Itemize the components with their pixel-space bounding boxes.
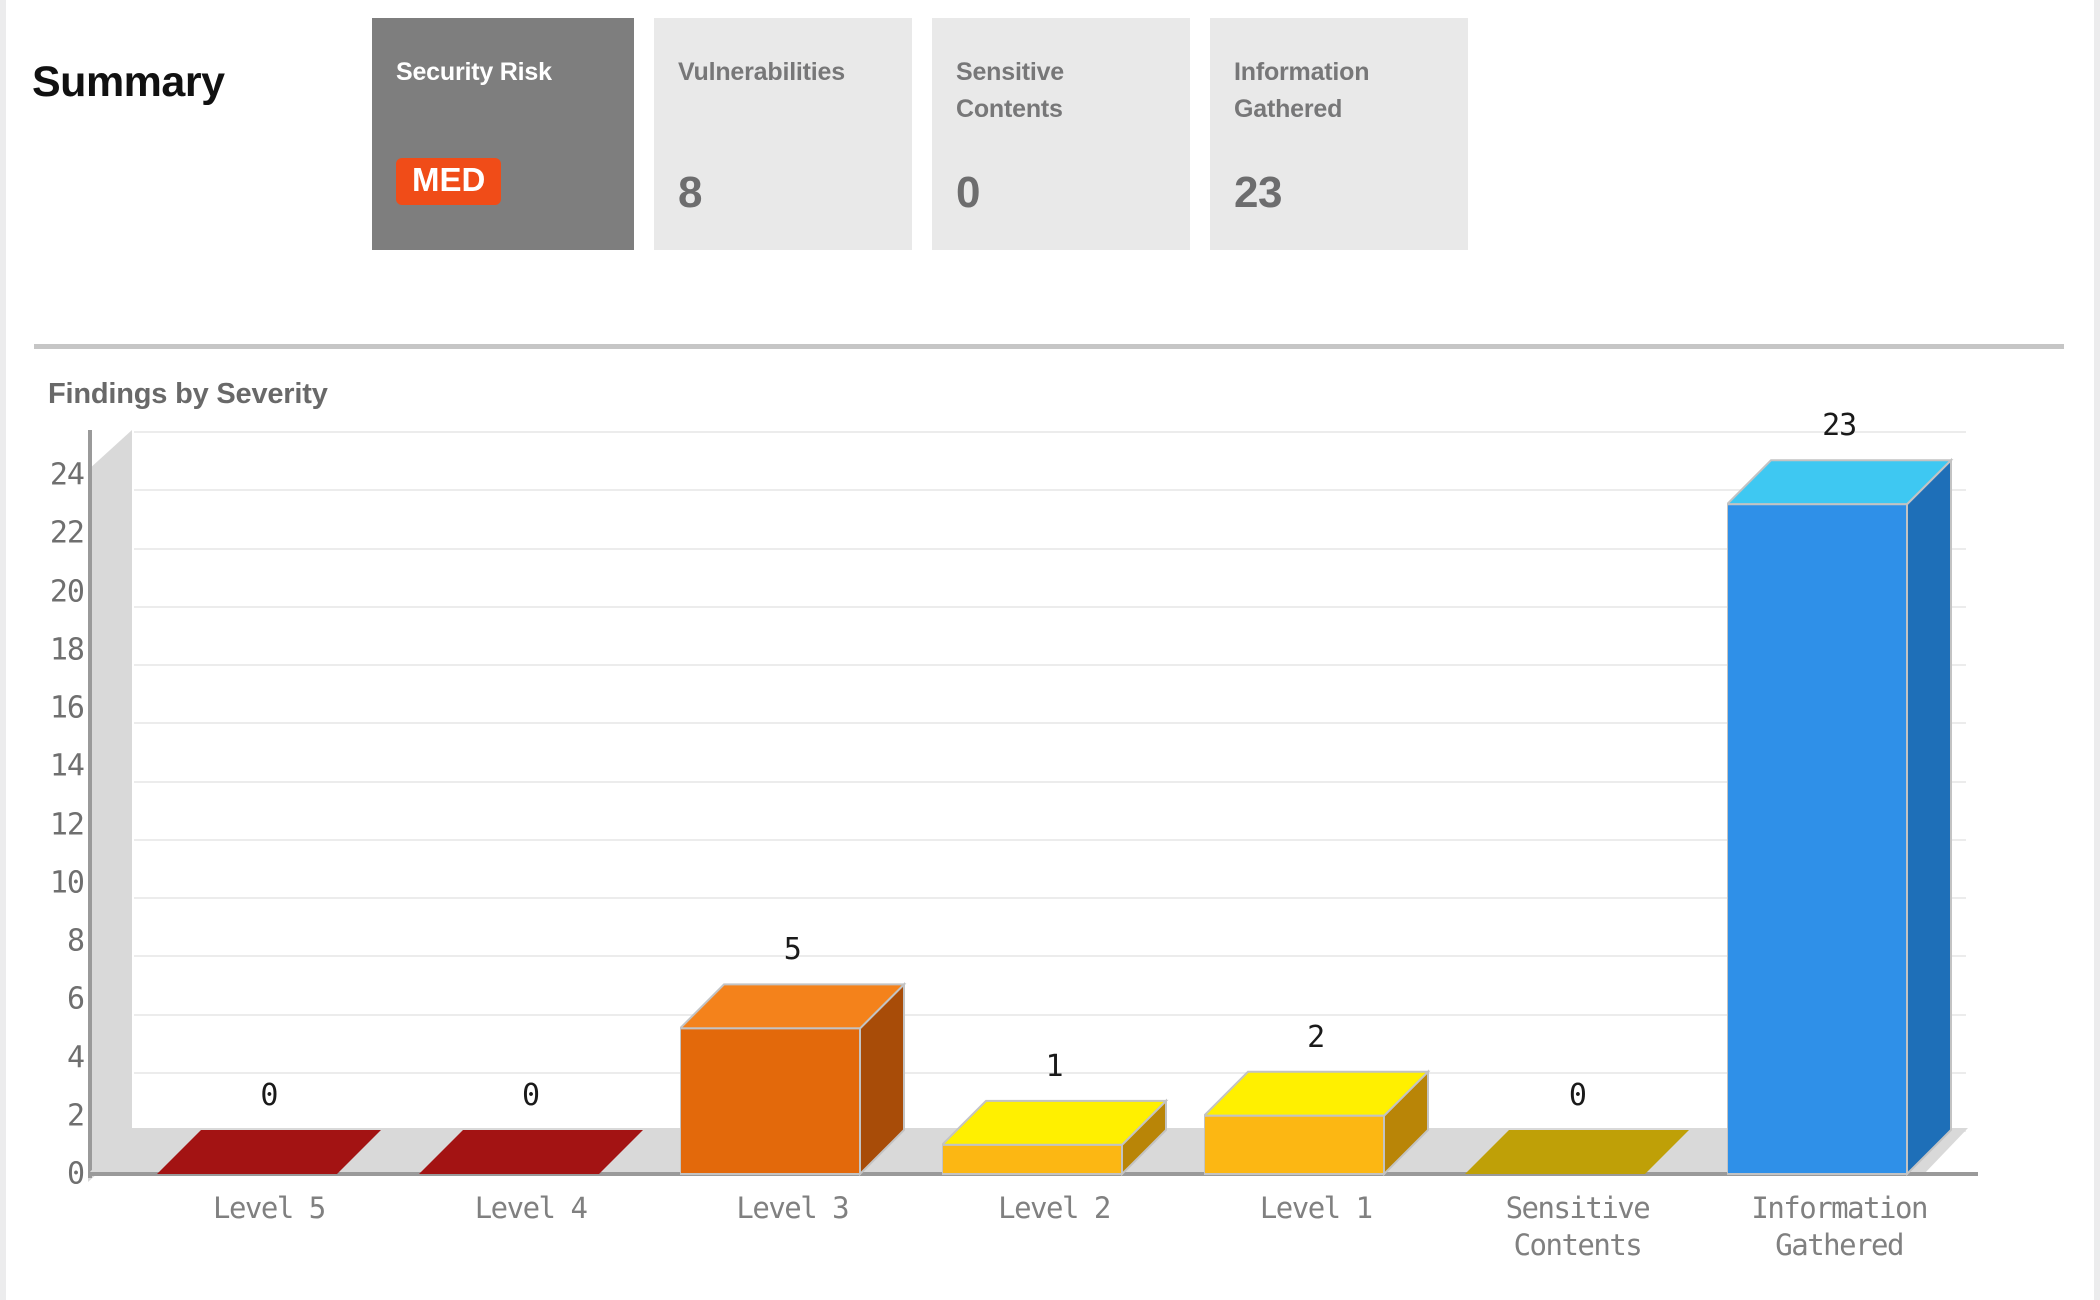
y-axis-tick: 8 <box>66 923 85 959</box>
y-axis-tick: 12 <box>49 807 85 843</box>
y-axis-tick: 2 <box>66 1098 85 1134</box>
summary-card-value: 23 <box>1234 168 1282 217</box>
bar-value-label: 1 <box>1045 1048 1063 1084</box>
section-divider <box>34 344 2064 349</box>
bar-3d-shape <box>1465 1130 1690 1174</box>
y-axis-tick-labels: 0 2 4 6 8 10 12 14 16 18 20 22 24 <box>6 430 85 1300</box>
x-axis-tick: Sensitive Contents <box>1505 1191 1651 1262</box>
x-axis-tick: Level 1 <box>1259 1191 1373 1225</box>
x-axis-tick: Level 3 <box>736 1191 849 1225</box>
summary-card-security-risk[interactable]: Security Risk MED <box>372 18 634 250</box>
bar-value-label: 0 <box>1568 1078 1587 1113</box>
bar-3d-shape <box>156 1130 381 1174</box>
x-axis-tick: Level 5 <box>212 1191 326 1225</box>
chart-bar[interactable] <box>680 430 910 1250</box>
page-title: Summary <box>32 58 225 106</box>
bar-value-label: 23 <box>1822 408 1857 444</box>
bar-value-label: 0 <box>260 1078 278 1113</box>
x-axis-tick: Information Gathered <box>1751 1191 1928 1262</box>
summary-cards: Security Risk MED Vulnerabilities 8 Sensitiv… <box>372 18 1468 250</box>
summary-card-label: Security Risk <box>396 58 552 86</box>
y-axis-tick: 14 <box>49 748 85 784</box>
bar-3d-shape <box>1727 457 1954 1177</box>
y-axis-3d-wall <box>88 430 132 1182</box>
y-axis-line <box>88 430 92 1178</box>
y-axis-tick: 0 <box>66 1156 85 1192</box>
x-axis-tick: Level 4 <box>474 1191 588 1225</box>
summary-card-information-gathered[interactable]: Information Gathered 23 <box>1210 18 1468 250</box>
summary-section: Summary Security Risk MED Vulnerabilities 8… <box>6 0 2094 330</box>
chart-title: Findings by Severity <box>48 378 328 410</box>
y-axis-tick: 10 <box>49 865 85 901</box>
summary-card-value: 8 <box>678 168 702 217</box>
bar-3d-shape <box>1203 1069 1431 1177</box>
findings-by-severity-chart: 0 2 4 6 8 10 12 14 16 18 20 22 24 0 0 5 1 2 0 23 Level 5 Le… <box>6 408 2094 1300</box>
chart-bar[interactable] <box>942 430 1172 1250</box>
summary-card-sensitive-contents[interactable]: Sensitive Contents 0 <box>932 18 1190 250</box>
y-axis-tick: 6 <box>66 981 85 1017</box>
bar-value-label: 5 <box>783 932 802 968</box>
bar-3d-shape <box>418 1130 643 1174</box>
summary-card-label: Vulnerabilities <box>678 58 845 86</box>
summary-card-label: Information Gathered <box>1234 58 1370 123</box>
report-page: Summary Security Risk MED Vulnerabilities 8… <box>0 0 2100 1300</box>
chart-bar[interactable] <box>156 430 387 1250</box>
y-axis-tick: 18 <box>49 632 85 668</box>
x-axis-tick: Level 2 <box>998 1191 1111 1225</box>
bar-3d-shape <box>942 1098 1169 1177</box>
bar-3d-shape <box>680 981 907 1177</box>
bar-value-label: 2 <box>1307 1019 1325 1055</box>
summary-card-vulnerabilities[interactable]: Vulnerabilities 8 <box>654 18 912 250</box>
summary-card-value: 0 <box>956 168 980 217</box>
summary-card-label: Sensitive Contents <box>956 58 1064 123</box>
y-axis-tick: 22 <box>49 515 85 551</box>
y-axis-tick: 20 <box>49 574 85 610</box>
chart-bar[interactable] <box>1203 430 1434 1250</box>
status-badge: MED <box>396 158 502 205</box>
y-axis-tick: 24 <box>49 457 85 493</box>
y-axis-tick: 4 <box>66 1040 85 1076</box>
chart-bar[interactable] <box>1727 430 1957 1250</box>
bar-value-label: 0 <box>522 1078 540 1113</box>
chart-bar[interactable] <box>418 430 649 1250</box>
y-axis-tick: 16 <box>49 690 85 726</box>
chart-bar[interactable] <box>1465 430 1695 1250</box>
